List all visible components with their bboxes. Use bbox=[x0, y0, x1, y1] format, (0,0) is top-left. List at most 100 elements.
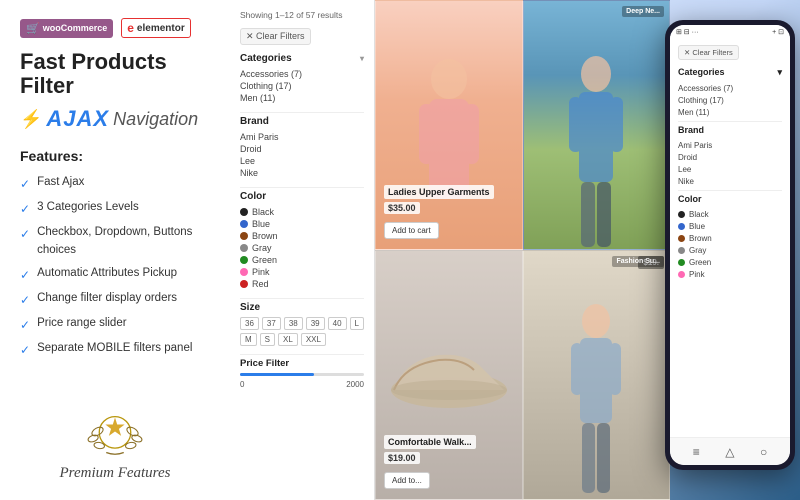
brand-item-3[interactable]: Lee bbox=[240, 155, 364, 167]
product-image-1 bbox=[409, 49, 489, 249]
size-36[interactable]: 36 bbox=[240, 317, 259, 330]
color-item-4[interactable]: Gray bbox=[240, 242, 364, 254]
color-dot-blue bbox=[240, 220, 248, 228]
phone-chevron-categories: ▾ bbox=[777, 67, 782, 78]
category-item-3[interactable]: Men (11) bbox=[240, 92, 364, 104]
size-40[interactable]: 40 bbox=[328, 317, 347, 330]
premium-section: Premium Features bbox=[20, 393, 210, 482]
color-label-brown: Brown bbox=[252, 231, 278, 241]
laurel-badge-icon bbox=[80, 393, 150, 463]
brand-item-4[interactable]: Nike bbox=[240, 167, 364, 179]
check-icon-7: ✓ bbox=[20, 341, 30, 359]
page-title: Fast Products Filter bbox=[20, 50, 210, 98]
check-icon-4: ✓ bbox=[20, 266, 30, 284]
phone-brand-3[interactable]: Lee bbox=[678, 163, 782, 175]
color-dot-brown bbox=[240, 232, 248, 240]
phone-brand-2[interactable]: Droid bbox=[678, 151, 782, 163]
color-item-2[interactable]: Blue bbox=[240, 218, 364, 230]
divider-3 bbox=[240, 298, 364, 299]
color-item-1[interactable]: Black bbox=[240, 206, 364, 218]
desktop-filter-panel: Showing 1–12 of 57 results ✕ Clear Filte… bbox=[230, 0, 375, 500]
add-to-cart-button-3[interactable]: Add to... bbox=[384, 472, 430, 489]
phone-color-3[interactable]: Brown bbox=[678, 232, 782, 244]
phone-status-icons: ⊞ ⊟ ··· bbox=[676, 28, 699, 36]
phone-color-1[interactable]: Black bbox=[678, 208, 782, 220]
phone-color-5[interactable]: Green bbox=[678, 256, 782, 268]
category-item-2[interactable]: Clothing (17) bbox=[240, 80, 364, 92]
brand-item-1[interactable]: Ami Paris bbox=[240, 131, 364, 143]
feature-item-1: ✓ Fast Ajax bbox=[20, 174, 210, 193]
phone-color-dot-brown bbox=[678, 235, 685, 242]
phone-color-dot-gray bbox=[678, 247, 685, 254]
phone-cat-3[interactable]: Men (11) bbox=[678, 106, 782, 118]
feature-item-4: ✓ Automatic Attributes Pickup bbox=[20, 265, 210, 284]
phone-filter-content: ✕ Clear Filters Categories ▾ Accessories… bbox=[670, 39, 790, 286]
phone-color-4[interactable]: Gray bbox=[678, 244, 782, 256]
ajax-icon: ⚡ bbox=[20, 109, 42, 130]
phone-clear-filters-button[interactable]: ✕ Clear Filters bbox=[678, 45, 739, 60]
phone-color-label-blue: Blue bbox=[689, 222, 705, 231]
product-image-4 bbox=[561, 299, 631, 499]
color-section: Color Black Blue Brown Gray Green bbox=[240, 191, 364, 290]
price-filter-label: Price Filter bbox=[240, 358, 364, 369]
phone-brand-1[interactable]: Ami Paris bbox=[678, 139, 782, 151]
woo-icon: 🛒 bbox=[26, 22, 40, 35]
feature-item-7: ✓ Separate MOBILE filters panel bbox=[20, 340, 210, 359]
phone-menu-icon[interactable]: ≡ bbox=[693, 445, 700, 459]
feature-text-6: Price range slider bbox=[37, 315, 126, 332]
clear-filters-button[interactable]: ✕ Clear Filters bbox=[240, 28, 311, 45]
feature-item-3: ✓ Checkbox, Dropdown, Buttons choices bbox=[20, 224, 210, 259]
color-item-5[interactable]: Green bbox=[240, 254, 364, 266]
price-slider-track[interactable] bbox=[240, 373, 364, 376]
size-XL[interactable]: XL bbox=[278, 333, 298, 346]
phone-bottom-nav: ≡ △ ○ bbox=[670, 437, 790, 465]
color-item-3[interactable]: Brown bbox=[240, 230, 364, 242]
check-icon-6: ✓ bbox=[20, 316, 30, 334]
product-image-2 bbox=[561, 49, 631, 249]
color-label-pink: Pink bbox=[252, 267, 270, 277]
color-dot-gray bbox=[240, 244, 248, 252]
product-grid: Ladies Upper Garments $35.00 Add to cart… bbox=[375, 0, 670, 500]
price-max: 2000 bbox=[346, 380, 364, 389]
nav-text: Navigation bbox=[113, 109, 198, 130]
category-item-1[interactable]: Accessories (7) bbox=[240, 68, 364, 80]
color-dot-green bbox=[240, 256, 248, 264]
product-label-3: Comfortable Walk... bbox=[384, 435, 476, 449]
product-cell-4: $19. Fashion Su... bbox=[523, 250, 671, 500]
color-item-7[interactable]: Red bbox=[240, 278, 364, 290]
woocommerce-badge: 🛒 wooCommerce bbox=[20, 19, 113, 38]
brand-title: Brand bbox=[240, 116, 364, 127]
size-S[interactable]: S bbox=[260, 333, 275, 346]
product-price-1: $35.00 bbox=[384, 202, 420, 214]
size-38[interactable]: 38 bbox=[284, 317, 303, 330]
woocommerce-label: wooCommerce bbox=[43, 23, 108, 33]
phone-color-label-green: Green bbox=[689, 258, 711, 267]
size-L[interactable]: L bbox=[350, 317, 364, 330]
phone-mockup: ⊞ ⊟ ··· + ⊡ ✕ Clear Filters Categories ▾… bbox=[665, 20, 795, 470]
phone-color-6[interactable]: Pink bbox=[678, 268, 782, 280]
phone-cat-1[interactable]: Accessories (7) bbox=[678, 82, 782, 94]
product-label-1: Ladies Upper Garments bbox=[384, 185, 494, 199]
brand-item-2[interactable]: Droid bbox=[240, 143, 364, 155]
size-XXL[interactable]: XXL bbox=[301, 333, 326, 346]
add-to-cart-button-1[interactable]: Add to cart bbox=[384, 222, 439, 239]
size-M[interactable]: M bbox=[240, 333, 257, 346]
phone-brand-4[interactable]: Nike bbox=[678, 175, 782, 187]
phone-cat-2[interactable]: Clothing (17) bbox=[678, 94, 782, 106]
price-range-labels: 0 2000 bbox=[240, 380, 364, 389]
feature-text-4: Automatic Attributes Pickup bbox=[37, 265, 177, 282]
feature-text-1: Fast Ajax bbox=[37, 174, 84, 191]
phone-color-2[interactable]: Blue bbox=[678, 220, 782, 232]
phone-home-icon[interactable]: △ bbox=[725, 445, 734, 459]
phone-divider-1 bbox=[678, 121, 782, 122]
size-37[interactable]: 37 bbox=[262, 317, 281, 330]
color-label-green: Green bbox=[252, 255, 277, 265]
left-panel: 🛒 wooCommerce e elementor Fast Products … bbox=[0, 0, 230, 500]
elementor-label: elementor bbox=[137, 23, 185, 34]
color-item-6[interactable]: Pink bbox=[240, 266, 364, 278]
phone-back-icon[interactable]: ○ bbox=[760, 445, 767, 459]
elementor-icon: e bbox=[127, 21, 134, 35]
size-39[interactable]: 39 bbox=[306, 317, 325, 330]
check-icon-1: ✓ bbox=[20, 175, 30, 193]
ajax-text: AJAX bbox=[46, 106, 109, 132]
